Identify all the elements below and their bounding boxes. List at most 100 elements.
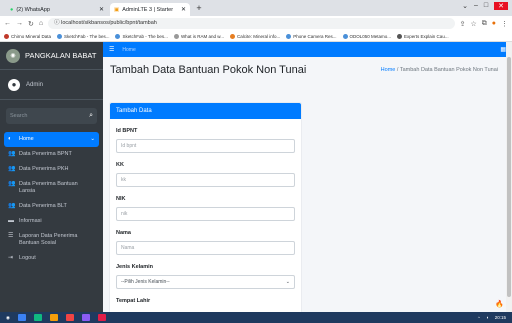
field-label: Nama	[116, 230, 131, 236]
form-card: Tambah Data Id BPNT KK NIK Nama Jenis Ke…	[110, 103, 301, 312]
tab-whatsapp[interactable]: ● (2) WhatsApp ✕	[6, 3, 108, 16]
page-scrollbar[interactable]	[506, 42, 512, 312]
star-icon[interactable]: ☆	[470, 20, 476, 28]
bookmark-icon	[229, 33, 235, 39]
app-icon[interactable]	[65, 314, 74, 321]
top-navbar: ☰ Home ▦	[103, 42, 512, 57]
navbar-home-link[interactable]: Home	[122, 47, 135, 53]
browser-tab-bar: ● (2) WhatsApp ✕ ▣ AdminLTE 3 | Starter …	[0, 0, 512, 16]
bookmark-icon	[342, 33, 348, 39]
app-icon[interactable]	[97, 314, 106, 321]
explorer-icon[interactable]	[17, 314, 26, 321]
list-icon: ☰	[8, 233, 14, 239]
brand-logo-icon: ◉	[6, 48, 20, 63]
minimize-icon[interactable]: –	[474, 2, 478, 10]
tab-title: AdminLTE 3 | Starter	[122, 6, 174, 13]
chevron-down-icon: ⌄	[285, 279, 290, 285]
start-icon[interactable]: ◉	[6, 315, 10, 321]
sidebar-item-pkh[interactable]: 👥 Data Penerima PKH	[0, 162, 103, 177]
brand-link[interactable]: ◉ PANGKALAN BABAT	[0, 42, 103, 70]
reload-icon[interactable]: ↻	[28, 20, 34, 28]
url-input[interactable]: ⓘ localhost/sikbansos/public/bpnt/tambah	[48, 18, 455, 29]
form-group-jenis-kelamin: Jenis Kelamin --Pilih Jenis Kelamin-- ⌄	[110, 264, 301, 289]
users-icon: 👥	[8, 151, 16, 157]
hamburger-icon[interactable]: ☰	[109, 46, 114, 53]
bookmark-icon	[173, 33, 179, 39]
forward-icon[interactable]: →	[16, 20, 23, 27]
windows-taskbar: ◉ ◔ ◖ 20:15	[0, 312, 512, 323]
new-tab-button[interactable]: +	[193, 3, 205, 14]
field-label: Tempat Lahir	[116, 298, 151, 304]
sidebar-item-bpnt[interactable]: 👥 Data Penerima BPNT	[0, 147, 103, 162]
bookmark[interactable]: Experts Explain Cau...	[397, 33, 449, 39]
app-icon[interactable]	[81, 314, 90, 321]
app-icon[interactable]	[49, 314, 58, 321]
form-group-tempat-lahir: Tempat Lahir	[110, 298, 301, 304]
card-header: Tambah Data	[110, 103, 301, 119]
form-group-kk: KK	[110, 162, 301, 187]
chevron-down-icon[interactable]: ⌄	[462, 2, 468, 10]
user-panel[interactable]: ● Admin	[0, 70, 103, 100]
sidebar-item-lansia[interactable]: 👥 Data Penerima Bantuan Lansia	[0, 177, 103, 199]
sidebar-search[interactable]: Search ⌕	[6, 108, 97, 124]
extensions-icon[interactable]: ⧉	[482, 20, 487, 28]
profile-icon[interactable]: ●	[492, 20, 496, 27]
close-tab-icon[interactable]: ✕	[99, 6, 104, 13]
bookmark[interactable]: Phone Camera Res...	[286, 33, 337, 39]
bookmark[interactable]: ODOL050 Metamo...	[342, 33, 391, 39]
info-icon: ⓘ	[54, 20, 60, 26]
wifi-icon[interactable]: ◔	[477, 315, 480, 320]
brand-text: PANGKALAN BABAT	[25, 51, 97, 60]
scrollbar-thumb[interactable]	[507, 57, 511, 297]
breadcrumb-home[interactable]: Home	[381, 67, 396, 73]
search-icon[interactable]: ⌕	[89, 112, 93, 120]
menu-icon[interactable]: ⋮	[501, 20, 508, 28]
breadcrumb-separator: /	[396, 67, 399, 73]
close-window-icon[interactable]: ✕	[494, 2, 508, 10]
jenis-kelamin-select[interactable]: --Pilih Jenis Kelamin-- ⌄	[116, 275, 295, 289]
back-icon[interactable]: ←	[4, 20, 11, 27]
adminlte-icon: ▣	[114, 6, 120, 13]
share-icon[interactable]: ⇪	[460, 20, 466, 28]
bookmark[interactable]: What is RAM and w...	[173, 33, 224, 39]
fire-icon[interactable]: 🔥	[495, 300, 504, 308]
field-label: NIK	[116, 196, 126, 202]
bookmark-icon	[57, 33, 63, 39]
sidebar-item-blt[interactable]: 👥 Data Penerima BLT	[0, 199, 103, 214]
users-icon: 👥	[8, 203, 16, 209]
volume-icon[interactable]: ◖	[486, 315, 489, 320]
breadcrumb: Home / Tambah Data Bantuan Pokok Non Tun…	[381, 67, 498, 73]
bookmark[interactable]: SketchFab - The bes...	[115, 33, 168, 39]
search-input[interactable]: Search	[10, 113, 27, 119]
maximize-icon[interactable]: □	[484, 2, 488, 10]
bookmark[interactable]: SketchFab - The bes...	[57, 33, 109, 39]
sidebar-item-laporan[interactable]: ☰ Laporan Data Penerima Bantuan Sosial	[0, 229, 103, 251]
app-icon[interactable]	[33, 314, 42, 321]
close-tab-icon[interactable]: ✕	[181, 6, 186, 13]
id-bpnt-input[interactable]	[116, 139, 295, 153]
form-group-nik: NIK	[110, 196, 301, 221]
form-group-nama: Nama	[110, 230, 301, 255]
window-controls: ⌄ – □ ✕	[462, 2, 508, 10]
bookmark[interactable]: Calcite: Mineral info...	[229, 33, 280, 39]
sidebar-item-home[interactable]: ◐ Home ⌄	[4, 132, 99, 147]
form-group-id-bpnt: Id BPNT	[110, 128, 301, 153]
system-tray: ◔ ◖ 20:15	[477, 315, 506, 320]
nik-input[interactable]	[116, 207, 295, 221]
kk-input[interactable]	[116, 173, 295, 187]
bookmark[interactable]: Chirno Mineral Data	[4, 33, 51, 39]
nama-input[interactable]	[116, 241, 295, 255]
clock[interactable]: 20:15	[495, 315, 506, 320]
address-bar: ← → ↻ ⌂ ⓘ localhost/sikbansos/public/bpn…	[0, 16, 512, 31]
tab-adminlte[interactable]: ▣ AdminLTE 3 | Starter ✕	[110, 3, 190, 16]
home-icon[interactable]: ⌂	[39, 20, 43, 27]
whatsapp-icon: ●	[10, 6, 14, 13]
page-title: Tambah Data Bantuan Pokok Non Tunai	[110, 64, 307, 76]
bookmark-icon	[4, 33, 9, 39]
field-label: Id BPNT	[116, 128, 138, 134]
bookmarks-bar: Chirno Mineral Data SketchFab - The bes.…	[0, 31, 512, 42]
sidebar-item-informasi[interactable]: ▬ Informasi	[0, 214, 103, 229]
sidebar: ◉ PANGKALAN BABAT ● Admin Search ⌕ ◐ Home…	[0, 42, 103, 312]
sidebar-item-logout[interactable]: ⇥ Logout	[0, 251, 103, 266]
palette-icon: ◐	[8, 136, 12, 142]
